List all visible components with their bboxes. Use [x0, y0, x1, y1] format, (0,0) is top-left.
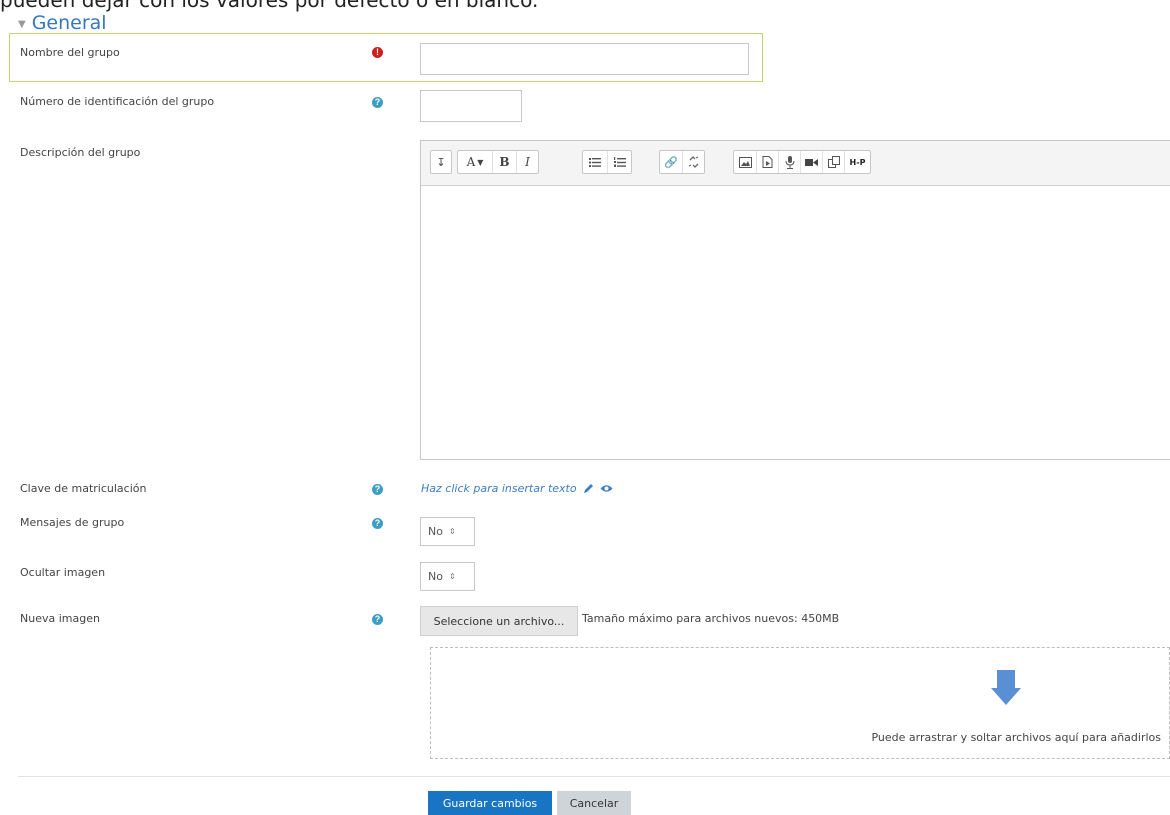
dropzone-hint: Puede arrastrar y soltar archivos aquí p… — [871, 731, 1161, 744]
choose-file-button[interactable]: Seleccione un archivo... — [420, 606, 578, 636]
dropdown-arrow-icon: ▼ — [477, 157, 484, 167]
collapse-triangle-icon[interactable]: ▼ — [18, 19, 26, 30]
file-dropzone[interactable]: Puede arrastrar y soltar archivos aquí p… — [430, 647, 1170, 759]
form-divider — [18, 776, 1170, 777]
download-arrow-icon — [991, 670, 1021, 705]
required-icon: ! — [372, 47, 383, 58]
group-id-input[interactable] — [420, 90, 522, 122]
manage-files-icon[interactable] — [822, 151, 844, 173]
group-messaging-select[interactable]: No ⇕ — [420, 517, 475, 546]
enrolment-key-label: Clave de matriculación — [20, 482, 147, 495]
new-picture-label: Nueva imagen — [20, 612, 100, 625]
help-icon[interactable]: ? — [372, 484, 383, 495]
section-title: General — [31, 12, 107, 34]
unordered-list-icon[interactable] — [583, 151, 607, 173]
hide-picture-select[interactable]: No ⇕ — [420, 562, 475, 591]
unlink-icon[interactable] — [682, 151, 704, 173]
cancel-button[interactable]: Cancelar — [557, 791, 631, 815]
media-icon[interactable] — [756, 151, 778, 173]
editor-toolbar: ↧ A ▼ B I 🔗 H-P — [421, 141, 1170, 186]
record-video-icon[interactable] — [800, 151, 822, 173]
help-icon[interactable]: ? — [372, 518, 383, 529]
toolbar-group-style: A ▼ B I — [457, 150, 539, 174]
intro-text: pueden dejar con los valores por defecto… — [0, 0, 539, 12]
enrolment-key-link[interactable]: Haz click para insertar texto — [421, 482, 577, 495]
group-id-label: Número de identificación del grupo — [20, 95, 215, 108]
section-general-header[interactable]: ▼ General — [18, 12, 107, 34]
ordered-list-icon[interactable] — [607, 151, 631, 173]
toolbar-group-media: H-P — [733, 150, 871, 174]
h5p-icon[interactable]: H-P — [844, 151, 870, 173]
toolbar-group-collapse: ↧ — [430, 150, 452, 174]
help-icon[interactable]: ? — [372, 614, 383, 625]
help-icon[interactable]: ? — [372, 97, 383, 108]
group-name-label: Nombre del grupo — [20, 46, 120, 59]
pencil-icon[interactable] — [583, 483, 594, 494]
italic-icon[interactable]: I — [516, 151, 538, 173]
eye-icon[interactable] — [600, 484, 613, 493]
description-editor[interactable]: ↧ A ▼ B I 🔗 H-P — [420, 140, 1170, 460]
font-color-icon[interactable]: A ▼ — [458, 151, 492, 173]
collapse-toolbar-icon[interactable]: ↧ — [431, 151, 451, 173]
toolbar-group-links: 🔗 — [659, 150, 705, 174]
bold-icon[interactable]: B — [492, 151, 516, 173]
group-name-input[interactable] — [420, 43, 749, 75]
record-audio-icon[interactable] — [778, 151, 800, 173]
enrolment-key-editable[interactable]: Haz click para insertar texto — [421, 482, 613, 495]
image-icon[interactable] — [734, 151, 756, 173]
save-changes-button[interactable]: Guardar cambios — [428, 791, 552, 815]
link-icon[interactable]: 🔗 — [660, 151, 682, 173]
select-arrows-icon: ⇕ — [448, 572, 456, 581]
group-messaging-label: Mensajes de grupo — [20, 516, 125, 529]
description-label: Descripción del grupo — [20, 146, 141, 159]
select-arrows-icon: ⇕ — [448, 527, 456, 536]
toolbar-group-lists — [582, 150, 632, 174]
max-file-size-text: Tamaño máximo para archivos nuevos: 450M… — [582, 612, 840, 625]
hide-picture-label: Ocultar imagen — [20, 566, 106, 579]
